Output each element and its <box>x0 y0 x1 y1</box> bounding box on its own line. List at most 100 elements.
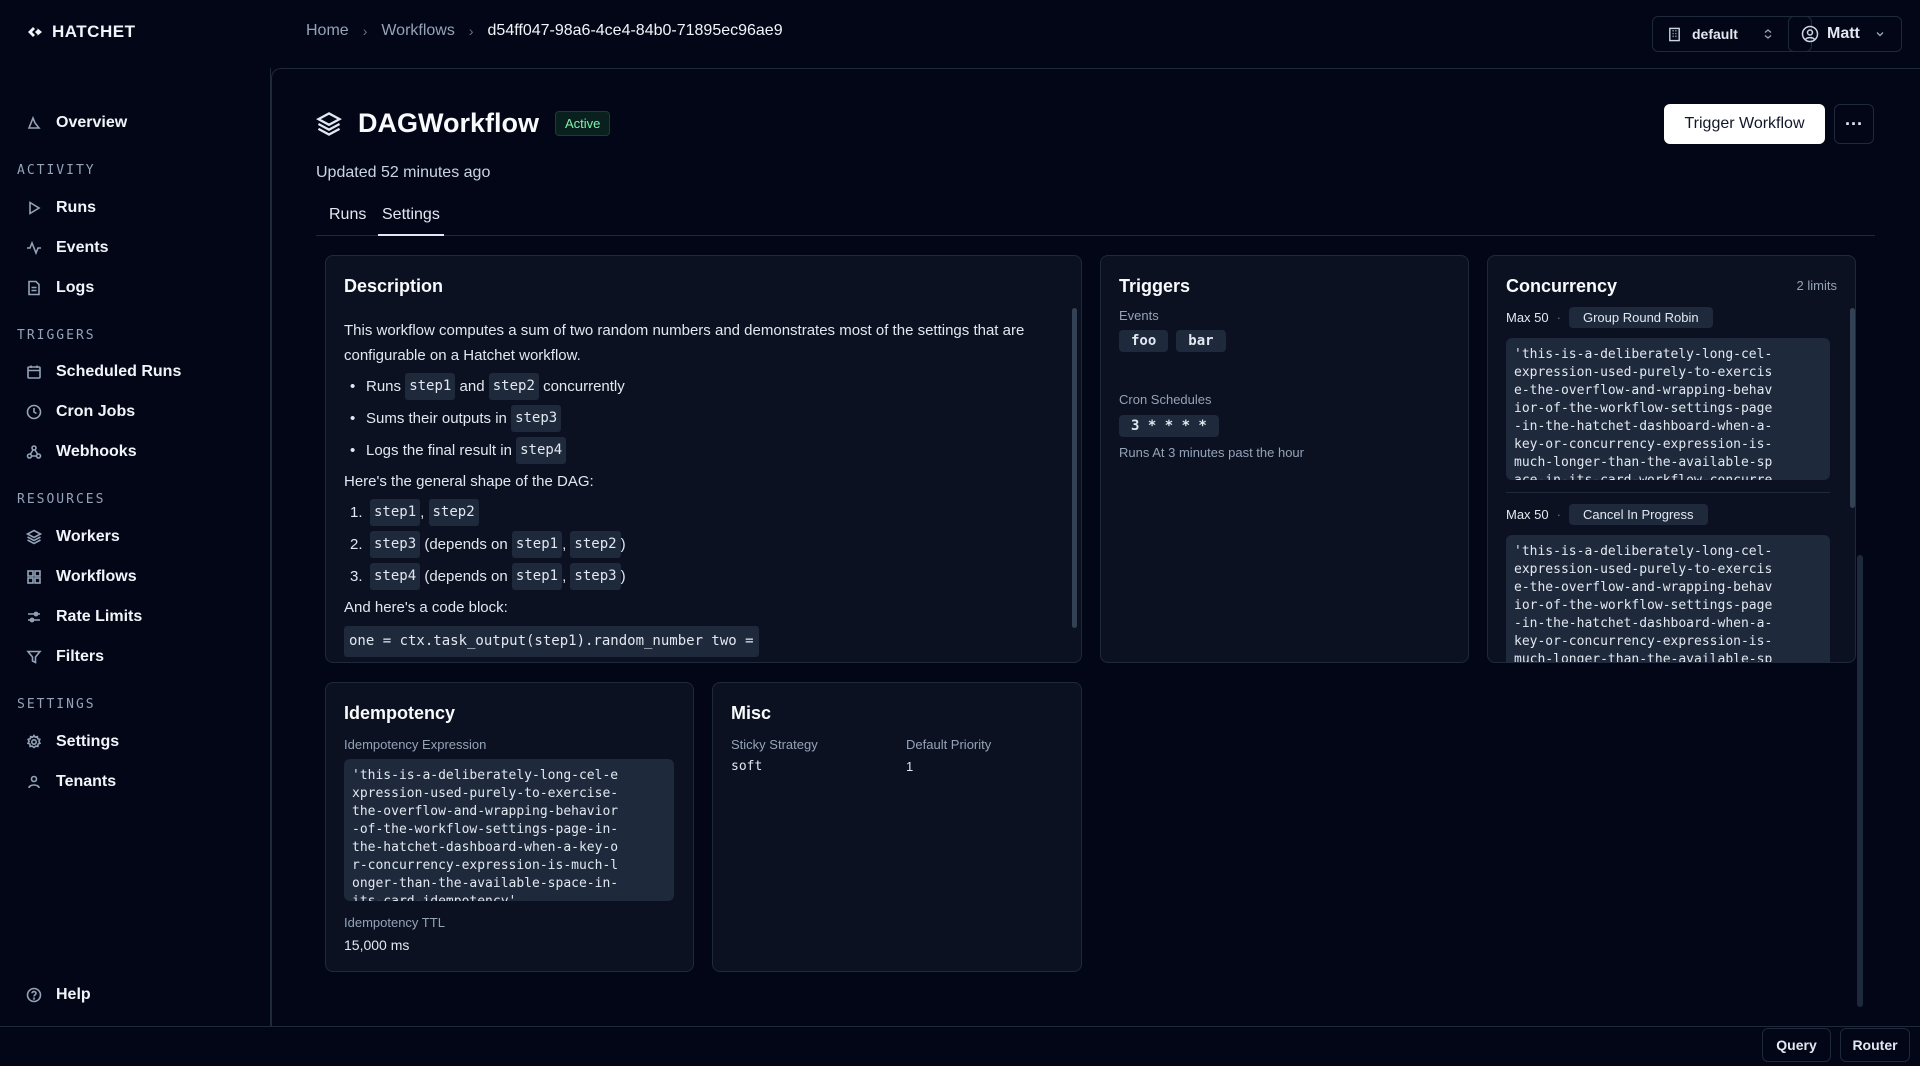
query-devtools-button[interactable]: Query <box>1762 1028 1831 1062</box>
sidebar-item-overview[interactable]: Overview <box>26 114 127 132</box>
default-priority-label: Default Priority <box>906 737 992 752</box>
inline-code: step1 <box>511 531 563 558</box>
sidebar-item-rate-limits[interactable]: Rate Limits <box>26 608 142 626</box>
page-scrollbar[interactable] <box>1857 555 1863 1007</box>
sidebar-item-label: Webhooks <box>56 443 137 460</box>
section-resources: RESOURCES <box>17 492 106 507</box>
sliders-icon <box>28 611 40 623</box>
sticky-strategy-value: soft <box>731 759 763 774</box>
sidebar-item-logs[interactable]: Logs <box>26 279 94 297</box>
text: (depends on <box>424 536 508 553</box>
description-card: Description This workflow computes a sum… <box>325 255 1082 663</box>
chevron-right-icon: › <box>362 23 368 39</box>
breadcrumb-workflows[interactable]: Workflows <box>381 22 455 40</box>
router-devtools-button[interactable]: Router <box>1840 1028 1910 1062</box>
inline-code: step2 <box>428 499 479 526</box>
list-item: 2. step3 (depends on step1, step2) <box>344 531 1044 558</box>
updated-timestamp: Updated 52 minutes ago <box>316 164 491 181</box>
divider <box>1506 492 1830 493</box>
text: and <box>459 378 485 395</box>
building-icon <box>1669 27 1680 41</box>
text: Sums their outputs in <box>366 410 507 427</box>
webhook-icon <box>26 445 42 459</box>
inline-code: step3 <box>570 563 621 590</box>
grid-icon <box>27 570 41 584</box>
list-item: • Logs the final result in step4 <box>344 437 1044 464</box>
users-icon <box>28 775 40 789</box>
gear-icon <box>26 734 42 749</box>
cron-description: Runs At 3 minutes past the hour <box>1119 445 1304 460</box>
file-text-icon <box>28 280 40 296</box>
concurrency-title: Concurrency <box>1506 276 1618 296</box>
section-triggers: TRIGGERS <box>17 328 96 343</box>
description-body: This workflow computes a sum of two rand… <box>344 318 1044 657</box>
sidebar-item-help[interactable]: Help <box>26 986 91 1004</box>
section-settings: SETTINGS <box>17 697 96 712</box>
sidebar-item-workers[interactable]: Workers <box>26 528 120 546</box>
cron-expression: 3 * * * * <box>1119 415 1219 437</box>
more-actions-button[interactable]: ··· <box>1834 104 1874 144</box>
concurrency-limit-header: Max 50 · Cancel In Progress <box>1506 504 1708 525</box>
clock-icon <box>26 404 42 420</box>
sidebar-item-settings[interactable]: Settings <box>26 733 119 751</box>
idempotency-ttl-label: Idempotency TTL <box>344 915 445 930</box>
separator-dot: · <box>1556 507 1561 522</box>
events-list: foo bar <box>1119 330 1226 352</box>
sidebar-item-label: Help <box>56 986 91 1003</box>
sidebar-item-scheduled-runs[interactable]: Scheduled Runs <box>26 363 181 381</box>
status-badge: Active <box>555 111 611 136</box>
misc-card: Misc Sticky Strategy soft Default Priori… <box>712 682 1082 972</box>
description-intro: This workflow computes a sum of two rand… <box>344 322 1025 364</box>
limit-max: Max 50 <box>1506 507 1549 522</box>
user-menu[interactable]: Matt <box>1788 16 1902 52</box>
concurrency-limit-header: Max 50 · Group Round Robin <box>1506 307 1713 328</box>
play-icon <box>29 201 41 215</box>
list-number: 2. <box>350 536 363 553</box>
sidebar-item-label: Filters <box>56 648 105 665</box>
list-item: • Runs step1 and step2 concurrently <box>344 373 1044 400</box>
concurrency-expression: 'this-is-a-deliberately-long-cel- expres… <box>1506 338 1830 480</box>
inline-code: step3 <box>511 405 562 432</box>
event-chip: foo <box>1119 330 1169 352</box>
inline-code: step1 <box>405 373 456 400</box>
idempotency-expression: 'this-is-a-deliberately-long-cel-e xpres… <box>344 759 674 901</box>
cron-label: Cron Schedules <box>1119 392 1212 407</box>
inline-code: step2 <box>488 373 539 400</box>
separator-dot: · <box>1556 310 1561 325</box>
sidebar-item-label: Cron Jobs <box>56 403 136 420</box>
description-code-intro: And here's a code block: <box>344 599 508 616</box>
idempotency-card: Idempotency Idempotency Expression 'this… <box>325 682 694 972</box>
triggers-card: Triggers Events foo bar Cron Schedules 3… <box>1100 255 1469 663</box>
text: concurrently <box>543 378 625 395</box>
tab-settings[interactable]: Settings <box>378 206 444 236</box>
description-scrollbar[interactable] <box>1072 308 1077 628</box>
list-number: 3. <box>350 568 363 585</box>
trigger-workflow-button[interactable]: Trigger Workflow <box>1664 104 1825 144</box>
chevrons-updown-icon <box>1764 29 1772 39</box>
idempotency-expression-label: Idempotency Expression <box>344 737 487 752</box>
sidebar-item-label: Tenants <box>56 773 117 790</box>
sidebar-item-label: Rate Limits <box>56 608 143 625</box>
devtools-bar <box>0 1026 1920 1066</box>
breadcrumb-home[interactable]: Home <box>306 22 349 40</box>
help-circle-icon <box>26 987 42 1003</box>
sidebar-item-events[interactable]: Events <box>26 239 108 257</box>
tenant-name: default <box>1692 26 1738 42</box>
sidebar-item-filters[interactable]: Filters <box>26 648 104 666</box>
sidebar-item-label: Overview <box>56 114 128 131</box>
limit-strategy: Group Round Robin <box>1568 307 1713 328</box>
idempotency-title: Idempotency <box>344 703 456 723</box>
concurrency-scrollbar[interactable] <box>1850 308 1855 508</box>
page-title: DAGWorkflow <box>358 108 539 138</box>
code-block: one = ctx.task_output(step1).random_numb… <box>344 626 759 657</box>
hatchet-logo[interactable]: HATCHET <box>26 22 135 42</box>
event-chip: bar <box>1176 330 1226 352</box>
sidebar-item-webhooks[interactable]: Webhooks <box>26 443 137 461</box>
sidebar-item-runs[interactable]: Runs <box>26 199 96 217</box>
sidebar-item-cron-jobs[interactable]: Cron Jobs <box>26 403 135 421</box>
sidebar-item-workflows[interactable]: Workflows <box>26 568 137 586</box>
sidebar-item-tenants[interactable]: Tenants <box>26 773 116 791</box>
tab-bar: Runs Settings <box>316 206 1875 236</box>
tab-runs[interactable]: Runs <box>329 206 366 236</box>
concurrency-card: Concurrency 2 limits Max 50 · Group Roun… <box>1487 255 1856 663</box>
